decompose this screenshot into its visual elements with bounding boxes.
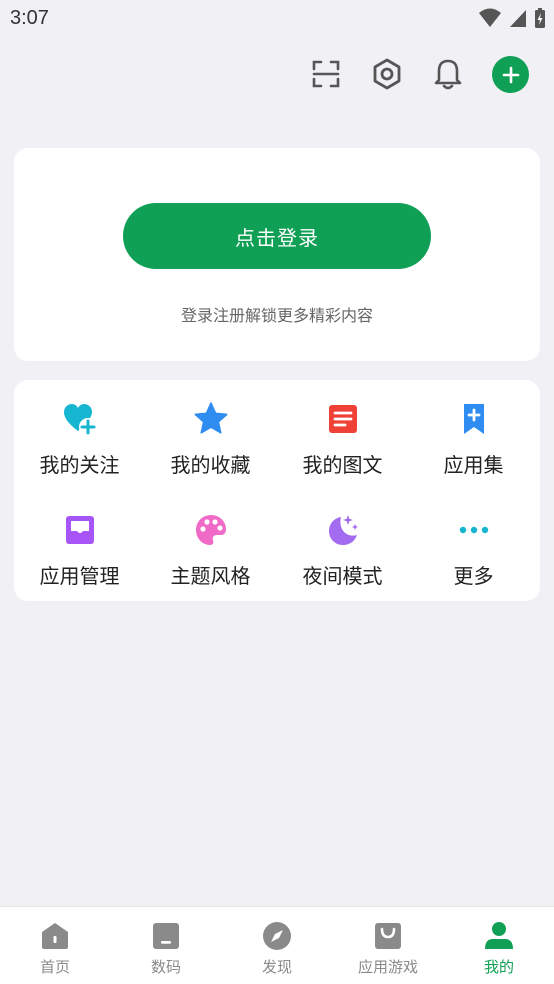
scan-icon[interactable] xyxy=(306,54,346,94)
menu-item-my-posts[interactable]: 我的图文 xyxy=(277,380,408,480)
document-icon xyxy=(325,401,361,437)
heart-plus-icon xyxy=(62,401,98,437)
menu-label: 夜间模式 xyxy=(302,564,383,588)
add-button[interactable] xyxy=(492,56,529,93)
menu-item-my-favorites[interactable]: 我的收藏 xyxy=(145,380,276,480)
person-icon xyxy=(482,919,516,953)
menu-label: 主题风格 xyxy=(170,564,251,588)
menu-label: 我的图文 xyxy=(302,453,383,477)
inbox-icon xyxy=(62,512,98,548)
menu-label: 应用集 xyxy=(443,453,504,477)
nav-label: 数码 xyxy=(150,958,181,976)
shopping-bag-icon xyxy=(371,919,405,953)
menu-label: 我的关注 xyxy=(39,453,120,477)
palette-icon xyxy=(193,512,229,548)
home-icon xyxy=(38,919,72,953)
signal-icon xyxy=(510,10,526,27)
menu-item-my-follows[interactable]: 我的关注 xyxy=(14,380,145,480)
nav-item-mine[interactable]: 我的 xyxy=(444,907,554,984)
menu-item-more[interactable]: 更多 xyxy=(408,491,539,591)
nav-label: 首页 xyxy=(39,958,70,976)
login-hint: 登录注册解锁更多精彩内容 xyxy=(180,306,373,325)
status-time: 3:07 xyxy=(10,7,49,29)
bookmark-plus-icon xyxy=(456,401,492,437)
nav-item-digital[interactable]: 数码 xyxy=(111,907,221,984)
menu-item-app-collections[interactable]: 应用集 xyxy=(408,380,539,480)
menu-item-app-management[interactable]: 应用管理 xyxy=(14,491,145,591)
bell-icon[interactable] xyxy=(428,54,468,94)
menu-item-theme-style[interactable]: 主题风格 xyxy=(145,491,276,591)
status-bar: 3:07 xyxy=(0,0,554,38)
device-icon xyxy=(149,919,183,953)
moon-stars-icon xyxy=(325,512,361,548)
status-icons xyxy=(478,7,546,29)
menu-card: 我的关注 我的收藏 我的图文 应用集 应用管理 主题风格 夜间模式 更多 xyxy=(14,380,540,601)
menu-label: 应用管理 xyxy=(39,564,120,588)
compass-icon xyxy=(260,919,294,953)
menu-item-night-mode[interactable]: 夜间模式 xyxy=(277,491,408,591)
nav-item-discover[interactable]: 发现 xyxy=(222,907,332,984)
login-button[interactable]: 点击登录 xyxy=(123,203,431,269)
nav-label: 应用游戏 xyxy=(357,958,418,976)
add-icon xyxy=(502,66,519,83)
nav-label: 发现 xyxy=(261,958,292,976)
battery-icon xyxy=(535,8,545,28)
settings-icon[interactable] xyxy=(367,54,407,94)
wifi-icon xyxy=(479,8,501,27)
nav-item-home[interactable]: 首页 xyxy=(0,907,110,984)
login-card: 点击登录 登录注册解锁更多精彩内容 xyxy=(14,148,540,361)
menu-label: 更多 xyxy=(453,564,494,588)
more-dots-icon xyxy=(456,512,492,548)
menu-label: 我的收藏 xyxy=(170,453,251,477)
nav-label: 我的 xyxy=(483,958,514,976)
bottom-nav: 首页 数码 发现 应用游戏 我的 xyxy=(0,906,554,984)
nav-item-apps-games[interactable]: 应用游戏 xyxy=(333,907,443,984)
star-icon xyxy=(193,401,229,437)
